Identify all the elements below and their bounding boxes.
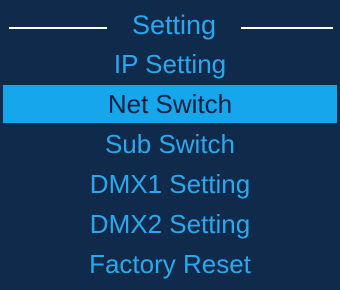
menu-item-dmx2-setting[interactable]: DMX2 Setting (0, 204, 340, 244)
menu-title: Setting (131, 10, 217, 40)
settings-screen: Setting IP Setting Net Switch Sub Switch… (0, 0, 340, 290)
header-rule-right (241, 27, 333, 29)
header-rule-left (9, 27, 107, 29)
menu-item-ip-setting[interactable]: IP Setting (0, 44, 340, 84)
menu-item-net-switch[interactable]: Net Switch (3, 85, 337, 123)
menu-header: Setting (0, 6, 340, 44)
menu-item-dmx1-setting[interactable]: DMX1 Setting (0, 164, 340, 204)
menu-item-factory-reset[interactable]: Factory Reset (0, 244, 340, 284)
menu-item-sub-switch[interactable]: Sub Switch (0, 124, 340, 164)
settings-menu: IP Setting Net Switch Sub Switch DMX1 Se… (0, 44, 340, 284)
